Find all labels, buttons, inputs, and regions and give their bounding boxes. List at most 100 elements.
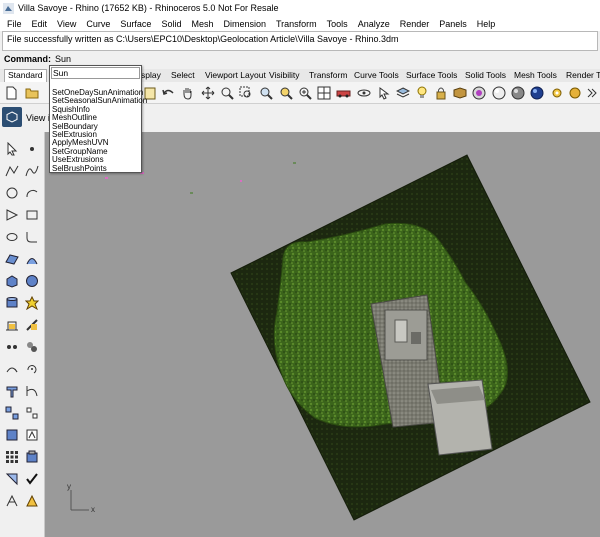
box-icon[interactable] bbox=[3, 272, 21, 290]
ellipse-icon[interactable] bbox=[3, 228, 21, 246]
revolve-icon[interactable] bbox=[23, 382, 41, 400]
text-icon[interactable] bbox=[3, 492, 21, 510]
tab-surface-tools[interactable]: Surface Tools bbox=[403, 70, 460, 81]
autocomplete-list: SetOneDaySunAnimation SetSeasonalSunAnim… bbox=[50, 88, 147, 173]
autocomplete-item[interactable]: SelBrushPoints bbox=[52, 164, 141, 173]
options-gear-icon[interactable] bbox=[549, 85, 564, 100]
dimension-icon[interactable] bbox=[3, 470, 21, 488]
rectangle-icon[interactable] bbox=[3, 206, 21, 224]
sphere-icon[interactable] bbox=[23, 272, 41, 290]
new-file-icon[interactable] bbox=[4, 85, 19, 100]
zoom-all-icon[interactable] bbox=[297, 85, 312, 100]
tab-solid-tools[interactable]: Solid Tools bbox=[462, 70, 509, 81]
autocomplete-input[interactable]: Sun bbox=[51, 67, 140, 79]
explode-icon[interactable] bbox=[23, 294, 41, 312]
menu-mesh[interactable]: Mesh bbox=[186, 19, 218, 29]
zoom-selected-icon[interactable] bbox=[278, 85, 293, 100]
tab-transform[interactable]: Transform bbox=[306, 70, 350, 81]
help-icon[interactable] bbox=[567, 85, 582, 100]
menu-surface[interactable]: Surface bbox=[115, 19, 156, 29]
tab-select[interactable]: Select bbox=[168, 70, 198, 81]
polyline-icon[interactable] bbox=[3, 162, 21, 180]
array-icon[interactable] bbox=[3, 404, 21, 422]
rotate-view-icon[interactable] bbox=[200, 85, 215, 100]
select-arrow-icon[interactable] bbox=[3, 140, 21, 158]
boolean-union-icon[interactable] bbox=[3, 426, 21, 444]
render-sphere-icon[interactable] bbox=[491, 85, 506, 100]
cylinder-icon[interactable] bbox=[3, 294, 21, 312]
perspective-viewport[interactable]: y x bbox=[45, 132, 600, 537]
y-axis-label: y bbox=[67, 482, 71, 491]
menu-analyze[interactable]: Analyze bbox=[353, 19, 395, 29]
menu-tools[interactable]: Tools bbox=[322, 19, 353, 29]
split-icon[interactable] bbox=[23, 316, 41, 334]
surface-icon[interactable] bbox=[3, 250, 21, 268]
fillet-curve-icon[interactable] bbox=[23, 228, 41, 246]
x-axis-label: x bbox=[91, 505, 95, 514]
viewport-cube-button[interactable] bbox=[2, 107, 22, 127]
point-icon[interactable] bbox=[23, 140, 41, 158]
command-line: Command: Sun bbox=[0, 52, 600, 66]
properties-icon[interactable] bbox=[452, 85, 467, 100]
command-input[interactable]: Sun bbox=[55, 54, 71, 64]
menu-panels[interactable]: Panels bbox=[434, 19, 472, 29]
hatch-icon[interactable] bbox=[23, 492, 41, 510]
lightbulb-icon[interactable] bbox=[414, 85, 429, 100]
check-icon[interactable] bbox=[23, 470, 41, 488]
lock-icon[interactable] bbox=[433, 85, 448, 100]
command-autocomplete: Sun SetOneDaySunAnimation SetSeasonalSun… bbox=[49, 65, 147, 173]
named-views-icon[interactable] bbox=[336, 85, 351, 100]
analyze-icon[interactable] bbox=[23, 426, 41, 444]
select-all-icon[interactable] bbox=[376, 85, 391, 100]
menu-edit[interactable]: Edit bbox=[27, 19, 53, 29]
zoom-extents-icon[interactable] bbox=[258, 85, 273, 100]
block-icon[interactable] bbox=[23, 448, 41, 466]
undo-icon[interactable] bbox=[160, 85, 175, 100]
title-bar: Villa Savoye - Rhino (17652 KB) - Rhinoc… bbox=[0, 0, 600, 16]
toolbar-overflow-icon[interactable] bbox=[584, 85, 599, 100]
tab-visibility[interactable]: Visibility bbox=[266, 70, 303, 81]
menu-view[interactable]: View bbox=[52, 19, 81, 29]
set-cplane-icon[interactable] bbox=[356, 85, 371, 100]
rhino-app-icon bbox=[3, 2, 14, 14]
tab-standard[interactable]: Standard bbox=[4, 69, 47, 82]
rendered-sphere-icon[interactable] bbox=[529, 85, 544, 100]
move-arc-icon[interactable] bbox=[3, 360, 21, 378]
tab-curve-tools[interactable]: Curve Tools bbox=[351, 70, 402, 81]
grid-snap-icon[interactable] bbox=[3, 448, 21, 466]
extrude-icon[interactable] bbox=[3, 382, 21, 400]
tab-viewport-layout[interactable]: Viewport Layout bbox=[202, 70, 269, 81]
layers-icon[interactable] bbox=[395, 85, 410, 100]
site-model-render bbox=[70, 154, 591, 521]
shaded-sphere-icon[interactable] bbox=[510, 85, 525, 100]
zoom-window-icon[interactable] bbox=[238, 85, 253, 100]
circle-icon[interactable] bbox=[3, 184, 21, 202]
command-prompt: Command: bbox=[4, 54, 51, 64]
mirror-icon[interactable] bbox=[23, 404, 41, 422]
window-title: Villa Savoye - Rhino (17652 KB) - Rhinoc… bbox=[18, 3, 279, 13]
rotate-icon[interactable] bbox=[23, 360, 41, 378]
join-icon[interactable] bbox=[3, 338, 21, 356]
pan-hand-icon[interactable] bbox=[180, 85, 195, 100]
menu-solid[interactable]: Solid bbox=[156, 19, 186, 29]
menu-dimension[interactable]: Dimension bbox=[218, 19, 271, 29]
four-viewports-icon[interactable] bbox=[316, 85, 331, 100]
curve-icon[interactable] bbox=[23, 162, 41, 180]
loft-icon[interactable] bbox=[23, 250, 41, 268]
menu-bar: File Edit View Curve Surface Solid Mesh … bbox=[0, 16, 600, 31]
menu-transform[interactable]: Transform bbox=[271, 19, 322, 29]
zoom-dynamic-icon[interactable] bbox=[219, 85, 234, 100]
menu-render[interactable]: Render bbox=[395, 19, 435, 29]
menu-help[interactable]: Help bbox=[472, 19, 501, 29]
command-history: File successfully written as C:\Users\EP… bbox=[2, 31, 598, 51]
tab-mesh-tools[interactable]: Mesh Tools bbox=[511, 70, 560, 81]
material-sphere-icon[interactable] bbox=[471, 85, 486, 100]
menu-curve[interactable]: Curve bbox=[81, 19, 115, 29]
arc-icon[interactable] bbox=[23, 184, 41, 202]
polygon-icon[interactable] bbox=[23, 206, 41, 224]
open-folder-icon[interactable] bbox=[24, 85, 39, 100]
group-icon[interactable] bbox=[23, 338, 41, 356]
mesh-icon[interactable] bbox=[3, 316, 21, 334]
menu-file[interactable]: File bbox=[2, 19, 27, 29]
tab-render-tools[interactable]: Render Tools bbox=[563, 70, 600, 81]
